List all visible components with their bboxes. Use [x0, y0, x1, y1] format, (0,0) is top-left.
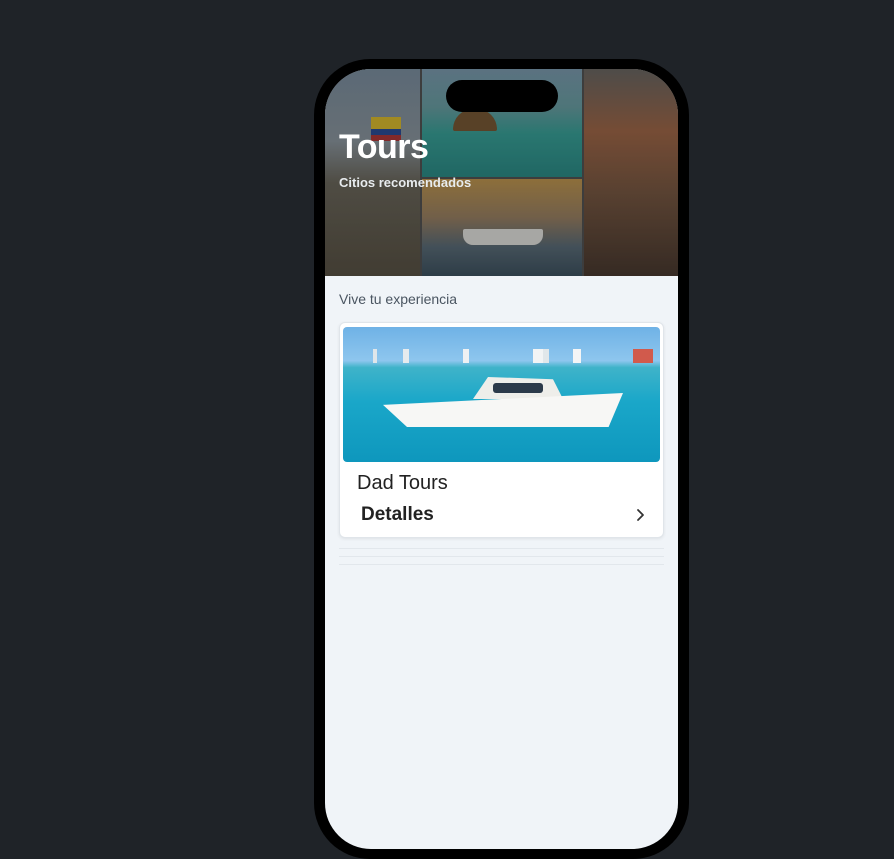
tour-card[interactable]: Dad Tours Detalles [339, 322, 664, 538]
city-skyline [343, 349, 660, 363]
details-button[interactable]: Detalles [361, 503, 647, 527]
app-screen: Tours Citios recomendados Vive tu experi… [325, 69, 678, 849]
tour-card-title: Dad Tours [357, 472, 448, 494]
yacht-window [493, 383, 543, 393]
divider [339, 564, 664, 565]
divider [339, 548, 664, 549]
dynamic-island [446, 80, 558, 112]
chevron-right-icon [633, 508, 647, 522]
divider [339, 556, 664, 557]
phone-frame: Tours Citios recomendados Vive tu experi… [314, 59, 689, 859]
page-title: Tours [339, 128, 429, 166]
tour-card-image [343, 327, 660, 462]
section-label: Vive tu experiencia [339, 291, 458, 307]
page-subtitle: Citios recomendados [339, 175, 472, 190]
details-label: Detalles [361, 504, 434, 525]
